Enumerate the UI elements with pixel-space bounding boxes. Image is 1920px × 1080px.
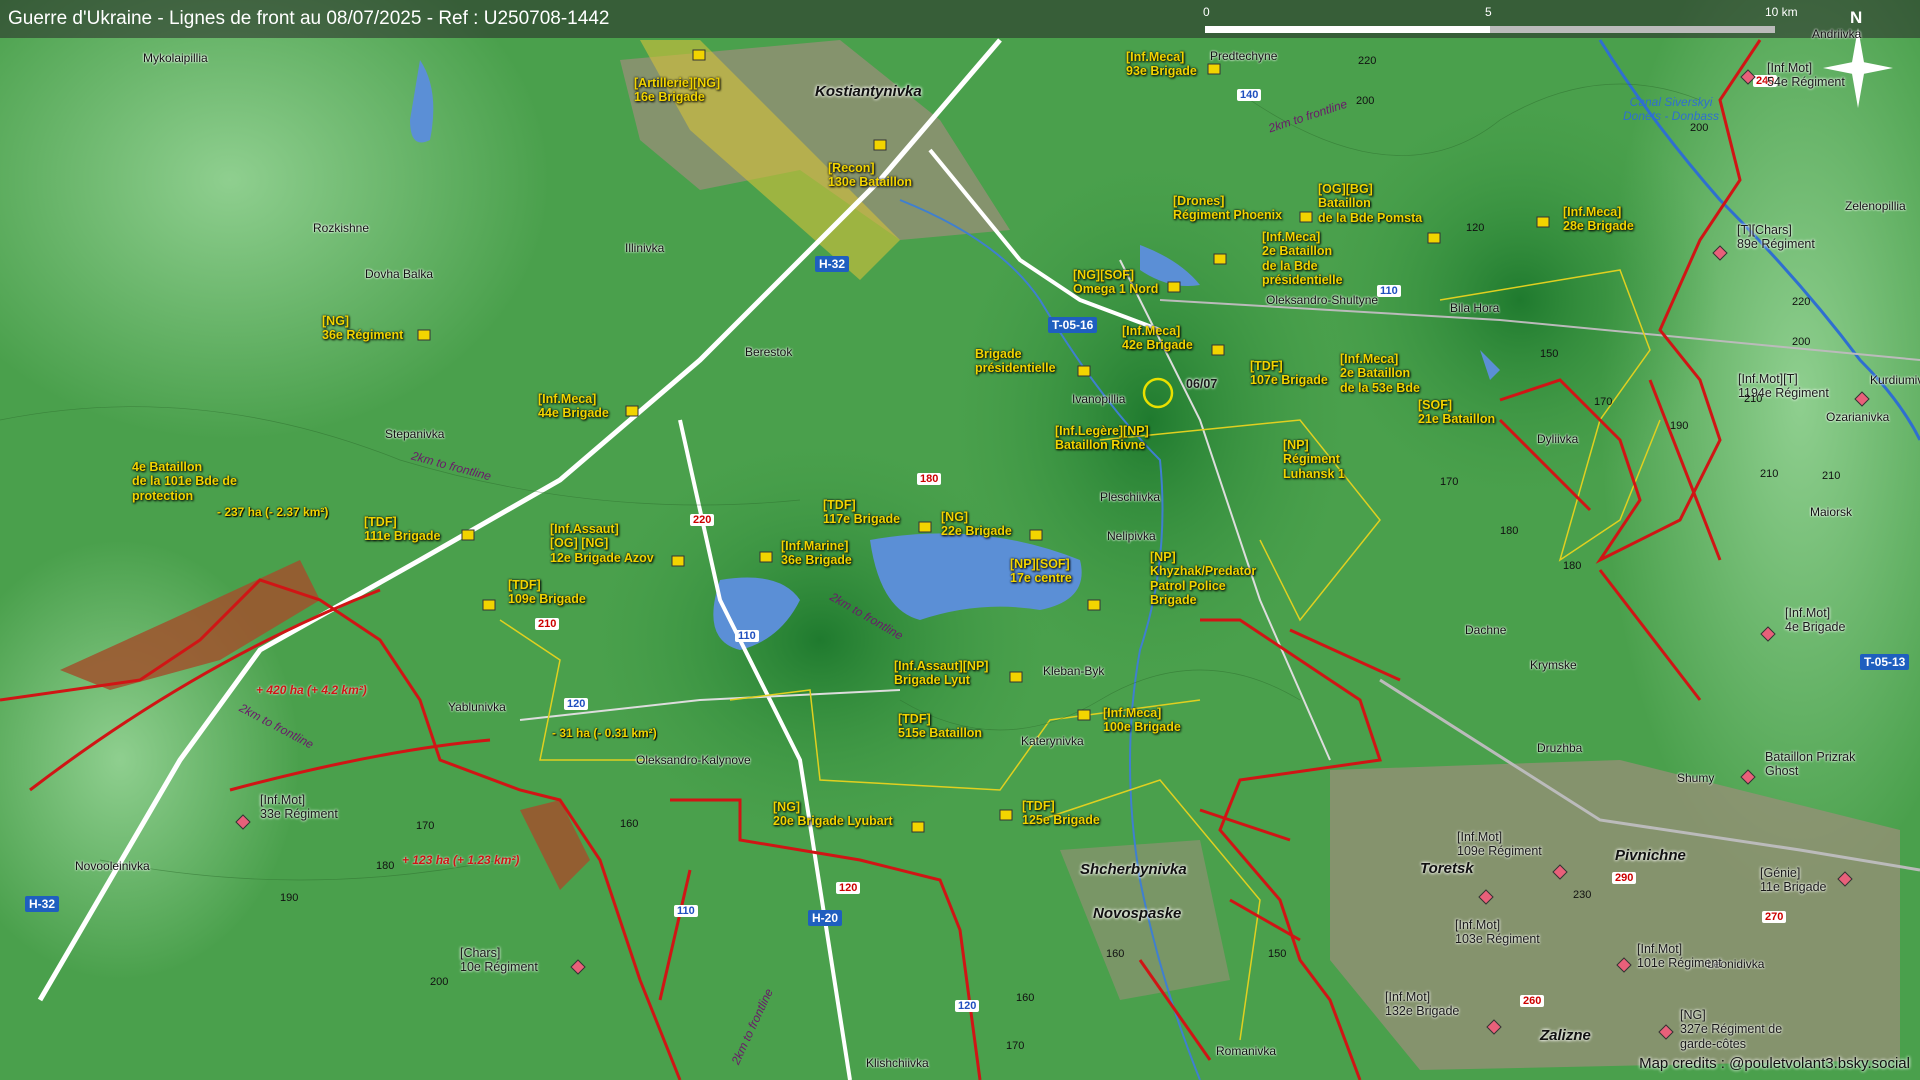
ua-unit-icon bbox=[671, 555, 685, 567]
ua-unit-icon bbox=[1427, 232, 1441, 244]
elevation-label: 200 bbox=[1356, 95, 1375, 107]
elevation-label: 180 bbox=[1563, 560, 1582, 572]
ru-unit-icon bbox=[570, 959, 586, 975]
elevation-label: 210 bbox=[1822, 470, 1841, 482]
elevation-label: 190 bbox=[1670, 420, 1689, 432]
ru-unit-icon bbox=[1760, 626, 1776, 642]
ua-unit-icon bbox=[759, 551, 773, 563]
map-credits: Map credits : @pouletvolant3.bsky.social bbox=[1639, 1055, 1910, 1072]
elevation-label: 190 bbox=[280, 892, 299, 904]
ua-unit-icon bbox=[1211, 344, 1225, 356]
elevation-label: 200 bbox=[430, 976, 449, 988]
ua-unit-icon bbox=[692, 49, 706, 61]
ua-unit-icon bbox=[1299, 211, 1313, 223]
ru-unit-icon bbox=[1854, 391, 1870, 407]
ua-unit-icon bbox=[1009, 671, 1023, 683]
elevation-label: 160 bbox=[620, 818, 639, 830]
unit-markers bbox=[235, 49, 1870, 1040]
elevation-label: 200 bbox=[1690, 122, 1709, 134]
ru-unit-icon bbox=[1552, 864, 1568, 880]
elevation-label: 220 bbox=[1792, 296, 1811, 308]
ru-unit-icon bbox=[1658, 1024, 1674, 1040]
elevation-label: 120 bbox=[1466, 222, 1485, 234]
ua-unit-icon bbox=[1029, 529, 1043, 541]
ua-unit-icon bbox=[461, 529, 475, 541]
ua-unit-icon bbox=[417, 329, 431, 341]
elevation-label: 180 bbox=[376, 860, 395, 872]
ua-unit-icon bbox=[1077, 365, 1091, 377]
elevation-label: 210 bbox=[1760, 468, 1779, 480]
ua-unit-icon bbox=[482, 599, 496, 611]
ua-unit-icon bbox=[625, 405, 639, 417]
elevation-label: 170 bbox=[416, 820, 435, 832]
ua-unit-icon bbox=[1207, 63, 1221, 75]
elevation-label: 150 bbox=[1268, 948, 1287, 960]
elevation-label: 200 bbox=[1792, 336, 1811, 348]
ua-unit-icon bbox=[1167, 281, 1181, 293]
elevation-label: 170 bbox=[1440, 476, 1459, 488]
ru-unit-icon bbox=[1712, 245, 1728, 261]
elevation-label: 160 bbox=[1106, 948, 1125, 960]
ru-unit-icon bbox=[235, 814, 251, 830]
elevation-label: 180 bbox=[1500, 525, 1519, 537]
map[interactable]: Guerre d'Ukraine - Lignes de front au 08… bbox=[0, 0, 1920, 1080]
ru-unit-icon bbox=[1837, 871, 1853, 887]
elevation-label: 230 bbox=[1573, 889, 1592, 901]
ru-unit-icon bbox=[1616, 957, 1632, 973]
ru-unit-icon bbox=[1740, 769, 1756, 785]
ua-unit-icon bbox=[1087, 599, 1101, 611]
elevation-label: 170 bbox=[1006, 1040, 1025, 1052]
ua-unit-icon bbox=[1213, 253, 1227, 265]
ru-unit-icon bbox=[1486, 1019, 1502, 1035]
elevation-label: 160 bbox=[1016, 992, 1035, 1004]
elevation-label: 220 bbox=[1358, 55, 1377, 67]
ua-unit-icon bbox=[1536, 216, 1550, 228]
elevation-label: 210 bbox=[1744, 393, 1763, 405]
ua-unit-icon bbox=[999, 809, 1013, 821]
ua-unit-icon bbox=[911, 821, 925, 833]
ru-unit-icon bbox=[1740, 69, 1756, 85]
ua-unit-icon bbox=[918, 521, 932, 533]
ua-unit-icon bbox=[873, 139, 887, 151]
elevation-label: 150 bbox=[1540, 348, 1559, 360]
elevation-label: 170 bbox=[1594, 396, 1613, 408]
ru-unit-icon bbox=[1478, 889, 1494, 905]
ua-unit-icon bbox=[1077, 709, 1091, 721]
